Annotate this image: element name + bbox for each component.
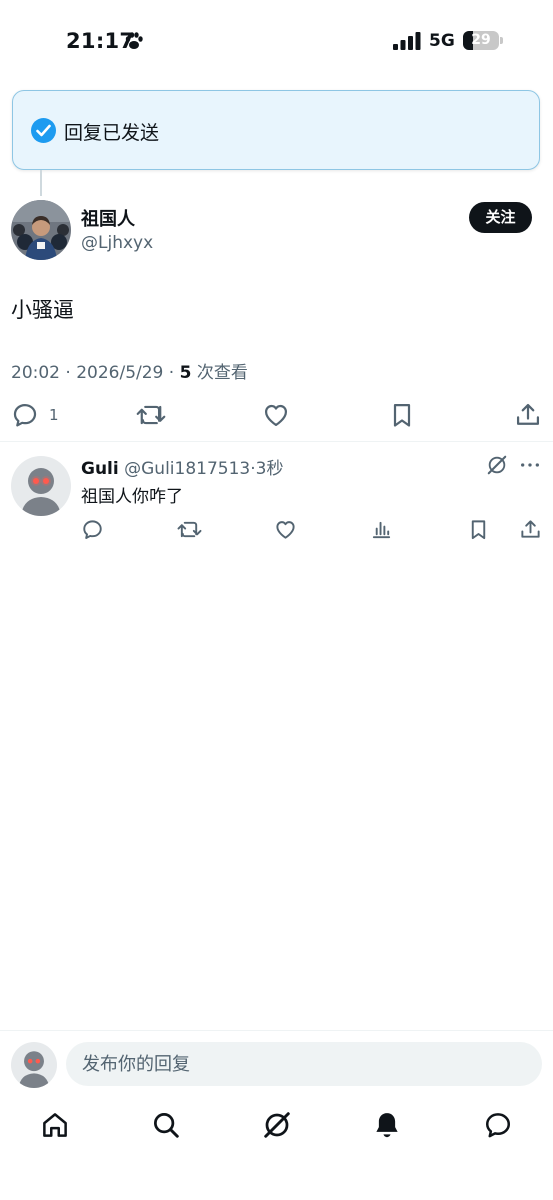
bottom-nav — [0, 1100, 553, 1160]
thread-line — [40, 170, 42, 196]
check-circle-icon — [31, 118, 56, 143]
bookmark-icon — [471, 520, 486, 540]
reply-button[interactable] — [11, 401, 39, 429]
grok-icon — [487, 455, 507, 475]
nav-home[interactable] — [40, 1110, 70, 1140]
bookmark-icon — [393, 403, 411, 427]
reply-header: Guli @Guli1817513·3秒 — [81, 454, 283, 479]
status-bar: 21:17 5G 29 — [0, 0, 553, 80]
author-name[interactable]: 祖国人 — [81, 205, 135, 231]
retweet-icon — [177, 521, 202, 538]
reply-input[interactable] — [66, 1042, 542, 1086]
battery-icon: 29 — [463, 31, 503, 50]
notifications-icon — [376, 1113, 398, 1138]
reply-author-handle[interactable]: @Guli1817513 — [119, 459, 250, 479]
reply-time: ·3秒 — [250, 459, 284, 479]
reply-views-button[interactable] — [370, 518, 393, 541]
retweet-button[interactable] — [136, 401, 166, 429]
follow-button[interactable]: 关注 — [469, 202, 532, 233]
reply-reply-button[interactable] — [81, 518, 104, 541]
toast-message: 回复已发送 — [64, 122, 160, 144]
nav-grok[interactable] — [262, 1110, 292, 1140]
reply-count: 1 — [49, 406, 59, 424]
reply-composer — [0, 1030, 553, 1092]
more-options-button[interactable] — [519, 454, 541, 476]
reply-author-name[interactable]: Guli — [81, 459, 119, 479]
nav-notifications[interactable] — [372, 1110, 402, 1140]
reply-bookmark-button[interactable] — [467, 518, 490, 541]
reply-icon — [83, 520, 102, 539]
reply-sent-toast: 回复已发送 — [12, 90, 540, 170]
composer-avatar[interactable] — [11, 1042, 57, 1088]
reply-icon — [13, 403, 37, 427]
reply-retweet-button[interactable] — [177, 518, 202, 541]
retweet-icon — [136, 405, 166, 425]
grok-icon — [264, 1112, 290, 1138]
paw-icon — [125, 32, 143, 49]
author-avatar[interactable] — [11, 200, 71, 260]
nav-messages[interactable] — [483, 1110, 513, 1140]
views-count: 5 — [179, 363, 192, 383]
cellular-signal-icon — [393, 32, 421, 50]
bookmark-button[interactable] — [388, 401, 416, 429]
battery-percent: 29 — [471, 32, 491, 48]
search-icon — [154, 1113, 179, 1138]
tweet-meta: 20:02 · 2026/5/29 · 5 次查看 — [11, 358, 248, 383]
share-icon — [516, 403, 540, 425]
tweet-text: 小骚逼 — [11, 298, 74, 322]
divider — [0, 441, 553, 442]
network-type: 5G — [429, 31, 455, 51]
share-icon — [521, 520, 540, 538]
reply-text: 祖国人你咋了 — [81, 487, 183, 507]
more-icon — [521, 463, 539, 467]
tweet-timestamp: 20:02 · 2026/5/29 · — [11, 363, 180, 383]
messages-icon — [486, 1113, 510, 1138]
heart-icon — [276, 521, 295, 539]
reply-like-button[interactable] — [274, 518, 297, 541]
analytics-icon — [372, 521, 391, 539]
reply-avatar[interactable] — [11, 456, 71, 516]
reply-share-button[interactable] — [519, 518, 542, 541]
author-handle[interactable]: @Ljhxyx — [81, 233, 153, 253]
share-button[interactable] — [514, 401, 542, 429]
grok-button[interactable] — [486, 454, 508, 476]
nav-search[interactable] — [151, 1110, 181, 1140]
home-icon — [43, 1113, 67, 1137]
like-button[interactable] — [262, 401, 290, 429]
heart-icon — [264, 404, 288, 427]
views-label: 次查看 — [191, 363, 248, 383]
